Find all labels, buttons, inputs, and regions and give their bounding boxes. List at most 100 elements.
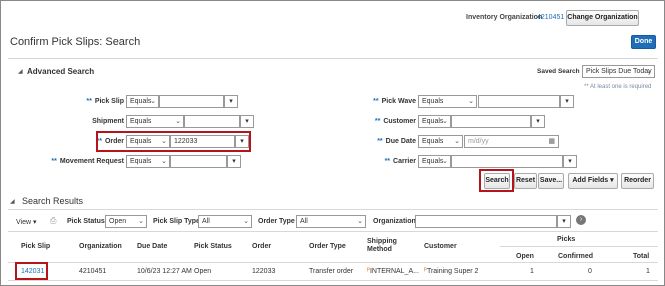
- row-shipping-method: ᴾINTERNAL_A...: [367, 268, 419, 275]
- row-due-date: 10/6/23 12:27 AM: [137, 268, 192, 275]
- row-organization: 4210451: [79, 268, 107, 275]
- shipment-input[interactable]: [184, 115, 240, 128]
- pick-slip-dropdown[interactable]: ▾: [224, 95, 238, 108]
- column-header-customer[interactable]: Customer: [424, 243, 457, 250]
- column-header-order[interactable]: Order: [252, 243, 271, 250]
- chevron-down-icon: ⌄: [175, 118, 181, 125]
- pick-wave-input[interactable]: [478, 95, 560, 108]
- column-header-order-type[interactable]: Order Type: [309, 243, 346, 250]
- pick-wave-operator[interactable]: Equals ⌄: [418, 95, 477, 108]
- row-total: 1: [646, 268, 650, 275]
- column-header-pick-status[interactable]: Pick Status: [194, 243, 232, 250]
- saved-search-value: Pick Slips Due Today: [586, 68, 652, 75]
- chevron-down-icon: ⌄: [468, 98, 474, 105]
- calendar-icon[interactable]: ▦: [548, 137, 555, 145]
- shipment-operator[interactable]: Equals ⌄: [126, 115, 184, 128]
- carrier-label: ** Carrier: [384, 158, 416, 165]
- print-icon[interactable]: ⎙: [50, 216, 56, 226]
- saved-search-label: Saved Search: [537, 68, 580, 75]
- row-customer: ᴾTraining Super 2: [424, 268, 479, 275]
- chevron-down-icon: ⌄: [357, 218, 363, 225]
- header-divider: [8, 58, 658, 59]
- save-button[interactable]: Save...: [538, 173, 564, 189]
- required-note: ** At least one is required: [584, 84, 652, 90]
- pick-slip-label: ** Pick Slip: [86, 98, 124, 105]
- chevron-down-icon: ⌄: [646, 68, 652, 75]
- search-results-title: Search Results: [22, 196, 84, 206]
- pick-slip-input[interactable]: [159, 95, 224, 108]
- row-open: 1: [530, 268, 534, 275]
- add-fields-button[interactable]: Add Fields ▾: [568, 173, 618, 189]
- pick-wave-dropdown[interactable]: ▾: [560, 95, 574, 108]
- pick-slip-operator[interactable]: Equals ⌄: [126, 95, 159, 108]
- reset-button[interactable]: Reset: [514, 173, 537, 189]
- chevron-down-icon: ⌄: [442, 118, 448, 125]
- carrier-input[interactable]: [451, 155, 563, 168]
- carrier-operator[interactable]: Equals ⌄: [418, 155, 451, 168]
- due-date-input[interactable]: m/d/yy ▦: [464, 135, 559, 148]
- customer-operator[interactable]: Equals ⌄: [418, 115, 451, 128]
- organization-filter-dropdown[interactable]: ▾: [557, 215, 571, 228]
- chevron-down-icon: ⌄: [138, 218, 144, 225]
- shipment-label: Shipment: [92, 118, 124, 125]
- chevron-down-icon: ⌄: [442, 158, 448, 165]
- chevron-down-icon: ⌄: [150, 98, 156, 105]
- results-divider: [8, 209, 658, 210]
- done-button[interactable]: Done: [631, 35, 656, 49]
- column-header-shipping-method[interactable]: Shipping Method: [367, 238, 407, 254]
- inventory-org-label: Inventory Organization: [466, 14, 543, 21]
- customer-dropdown[interactable]: ▾: [531, 115, 545, 128]
- row-order: 122033: [252, 268, 276, 275]
- column-header-total[interactable]: Total: [633, 253, 649, 260]
- customer-input[interactable]: [451, 115, 531, 128]
- organization-filter-input[interactable]: [415, 215, 557, 228]
- pick-status-filter[interactable]: Open ⌄: [105, 215, 147, 228]
- inventory-org-value[interactable]: 4210451: [537, 14, 564, 21]
- column-header-organization[interactable]: Organization: [79, 243, 122, 250]
- pick-wave-label: ** Pick Wave: [373, 98, 416, 105]
- movement-request-operator[interactable]: Equals ⌄: [126, 155, 170, 168]
- go-arrow-icon[interactable]: ›: [576, 215, 586, 225]
- movement-request-input[interactable]: [170, 155, 227, 168]
- row-order-type: Transfer order: [309, 268, 354, 275]
- table-bottom-border: [8, 280, 658, 281]
- order-type-filter[interactable]: All ⌄: [296, 215, 366, 228]
- saved-search-select[interactable]: Pick Slips Due Today ⌄: [582, 65, 655, 78]
- chevron-down-icon: ⌄: [161, 158, 167, 165]
- reorder-button[interactable]: Reorder: [621, 173, 654, 189]
- order-type-filter-label: Order Type: [258, 218, 295, 225]
- table-header-border: [8, 262, 658, 263]
- chevron-down-icon: ⌄: [454, 138, 460, 145]
- results-collapse-icon[interactable]: ◢: [10, 198, 15, 205]
- movement-request-dropdown[interactable]: ▾: [227, 155, 241, 168]
- picks-group-divider: [500, 246, 658, 247]
- advanced-search-title: Advanced Search: [27, 67, 95, 76]
- collapse-icon[interactable]: ◢: [18, 68, 23, 75]
- order-highlight: [96, 131, 251, 152]
- shipment-dropdown[interactable]: ▾: [240, 115, 254, 128]
- column-header-pick-slip[interactable]: Pick Slip: [21, 243, 50, 250]
- pick-status-filter-label: Pick Status: [67, 218, 105, 225]
- chevron-down-icon: ▾: [610, 177, 614, 184]
- chevron-down-icon: ⌄: [243, 218, 249, 225]
- organization-filter-label: Organization: [373, 218, 416, 225]
- change-organization-button[interactable]: Change Organization: [566, 10, 639, 26]
- pick-slip-highlight: [15, 262, 48, 280]
- column-header-confirmed[interactable]: Confirmed: [558, 253, 593, 260]
- due-date-operator[interactable]: Equals ⌄: [418, 135, 463, 148]
- view-menu[interactable]: View ▾: [16, 218, 37, 226]
- pick-slip-type-filter[interactable]: All ⌄: [198, 215, 252, 228]
- pick-slip-type-filter-label: Pick Slip Type: [153, 218, 200, 225]
- movement-request-label: ** Movement Request: [51, 158, 124, 165]
- page-title: Confirm Pick Slips: Search: [10, 36, 141, 48]
- customer-label: ** Customer: [374, 118, 416, 125]
- column-header-due-date[interactable]: Due Date: [137, 243, 167, 250]
- row-pick-status: Open: [194, 268, 212, 275]
- due-date-label: ** Due Date: [377, 138, 416, 145]
- row-confirmed: 0: [588, 268, 592, 275]
- picks-group-header: Picks: [557, 236, 576, 243]
- column-header-open[interactable]: Open: [516, 253, 534, 260]
- search-highlight: [479, 169, 514, 192]
- table-top-border: [8, 231, 658, 232]
- carrier-dropdown[interactable]: ▾: [563, 155, 577, 168]
